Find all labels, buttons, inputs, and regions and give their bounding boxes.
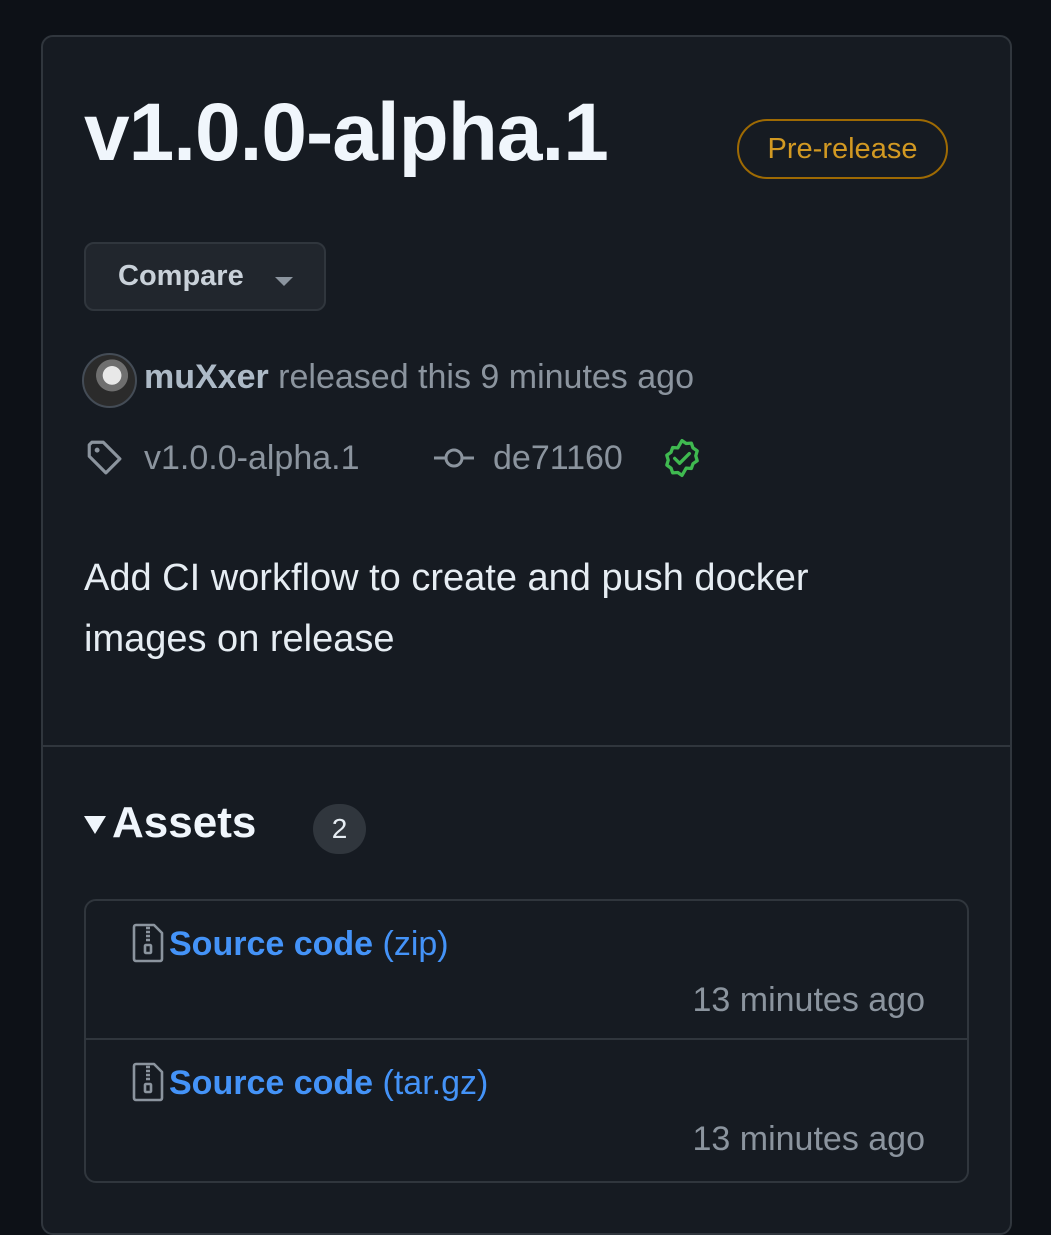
assets-heading: Assets bbox=[112, 798, 257, 847]
avatar[interactable] bbox=[82, 353, 137, 408]
asset-name: Source code bbox=[169, 925, 374, 963]
list-item: Source code (tar.gz) 13 minutes ago bbox=[86, 1040, 967, 1179]
asset-name: Source code bbox=[169, 1064, 374, 1102]
compare-button[interactable]: Compare bbox=[84, 242, 326, 311]
tag-icon bbox=[87, 440, 122, 475]
compare-label: Compare bbox=[118, 260, 244, 292]
assets-list: Source code (zip) 13 minutes ago Source … bbox=[84, 899, 969, 1183]
file-zip-icon bbox=[132, 1062, 164, 1102]
assets-toggle[interactable]: Assets bbox=[84, 798, 256, 848]
commit-sha: de71160 bbox=[493, 438, 623, 477]
tag-name: v1.0.0-alpha.1 bbox=[144, 438, 360, 477]
asset-timestamp: 13 minutes ago bbox=[692, 1120, 926, 1158]
release-author-line: muXxer released this 9 minutes ago bbox=[144, 358, 694, 397]
assets-count-badge: 2 bbox=[313, 804, 366, 854]
file-zip-icon bbox=[132, 923, 164, 963]
asset-format: (tar.gz) bbox=[373, 1064, 489, 1102]
verified-icon[interactable] bbox=[660, 436, 704, 480]
release-title[interactable]: v1.0.0-alpha.1 bbox=[84, 92, 609, 174]
asset-timestamp: 13 minutes ago bbox=[692, 981, 926, 1019]
release-notes: Add CI workflow to create and push docke… bbox=[84, 557, 809, 660]
triangle-down-icon bbox=[84, 816, 106, 834]
list-item: Source code (zip) 13 minutes ago bbox=[86, 901, 967, 1040]
prerelease-badge: Pre-release bbox=[737, 119, 948, 179]
git-commit-icon bbox=[434, 448, 474, 468]
tag-link[interactable]: v1.0.0-alpha.1 bbox=[144, 436, 360, 480]
commit-link[interactable]: de71160 bbox=[493, 436, 623, 480]
released-text: released this 9 minutes ago bbox=[268, 358, 694, 396]
chevron-down-icon bbox=[275, 277, 293, 286]
asset-format: (zip) bbox=[373, 925, 449, 963]
source-code-tar-gz-link[interactable]: Source code (tar.gz) bbox=[169, 1064, 488, 1103]
source-code-zip-link[interactable]: Source code (zip) bbox=[169, 925, 449, 964]
section-divider bbox=[43, 745, 1010, 747]
author-link[interactable]: muXxer bbox=[144, 358, 269, 396]
